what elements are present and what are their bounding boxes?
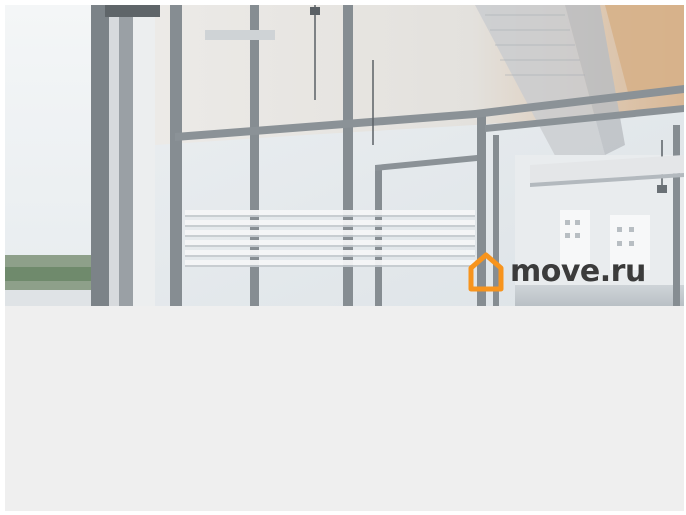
move-ru-watermark: move.ru [468,250,646,294]
watermark-brand: move.ru [510,254,646,289]
image-frame: move.ru [0,0,686,515]
house-icon [468,252,504,292]
empty-gray-panel [5,306,684,511]
